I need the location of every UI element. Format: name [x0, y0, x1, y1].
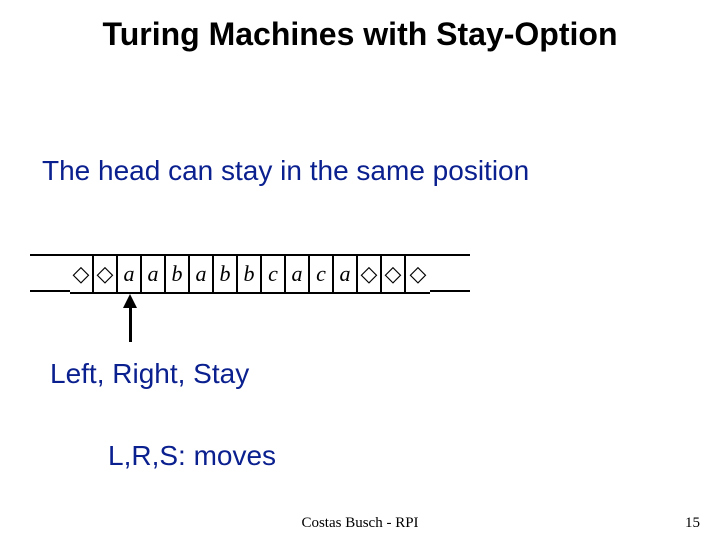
tape-cell: ◇: [94, 256, 118, 292]
slide-title: Turing Machines with Stay-Option: [0, 16, 720, 53]
directions-label: Left, Right, Stay: [50, 358, 249, 390]
page-number: 15: [685, 515, 700, 532]
tape-cell: b: [238, 256, 262, 292]
tape-cell: b: [166, 256, 190, 292]
footer-author: Costas Busch - RPI: [0, 515, 720, 532]
tape-border-ext: [430, 254, 470, 256]
tape-cell: a: [334, 256, 358, 292]
tape-cell: a: [190, 256, 214, 292]
tape-border-ext: [430, 290, 470, 292]
tape: ◇◇aababbcaca◇◇◇: [70, 254, 430, 294]
tape-cell: a: [118, 256, 142, 292]
head-arrow-icon: [120, 294, 140, 342]
moves-label: L,R,S: moves: [108, 440, 276, 472]
slide: Turing Machines with Stay-Option The hea…: [0, 0, 720, 540]
tape-cell: ◇: [406, 256, 430, 292]
arrow-stem-icon: [129, 308, 132, 342]
tape-cell: a: [286, 256, 310, 292]
arrow-head-icon: [123, 294, 137, 308]
tape-border-ext: [30, 254, 70, 256]
tape-cell: c: [262, 256, 286, 292]
tape-cell: ◇: [70, 256, 94, 292]
tape-cell: b: [214, 256, 238, 292]
tape-border-ext: [30, 290, 70, 292]
tape-cell: c: [310, 256, 334, 292]
slide-subtitle: The head can stay in the same position: [42, 155, 529, 187]
tape-cell: a: [142, 256, 166, 292]
tape-cell: ◇: [382, 256, 406, 292]
tape-cell: ◇: [358, 256, 382, 292]
